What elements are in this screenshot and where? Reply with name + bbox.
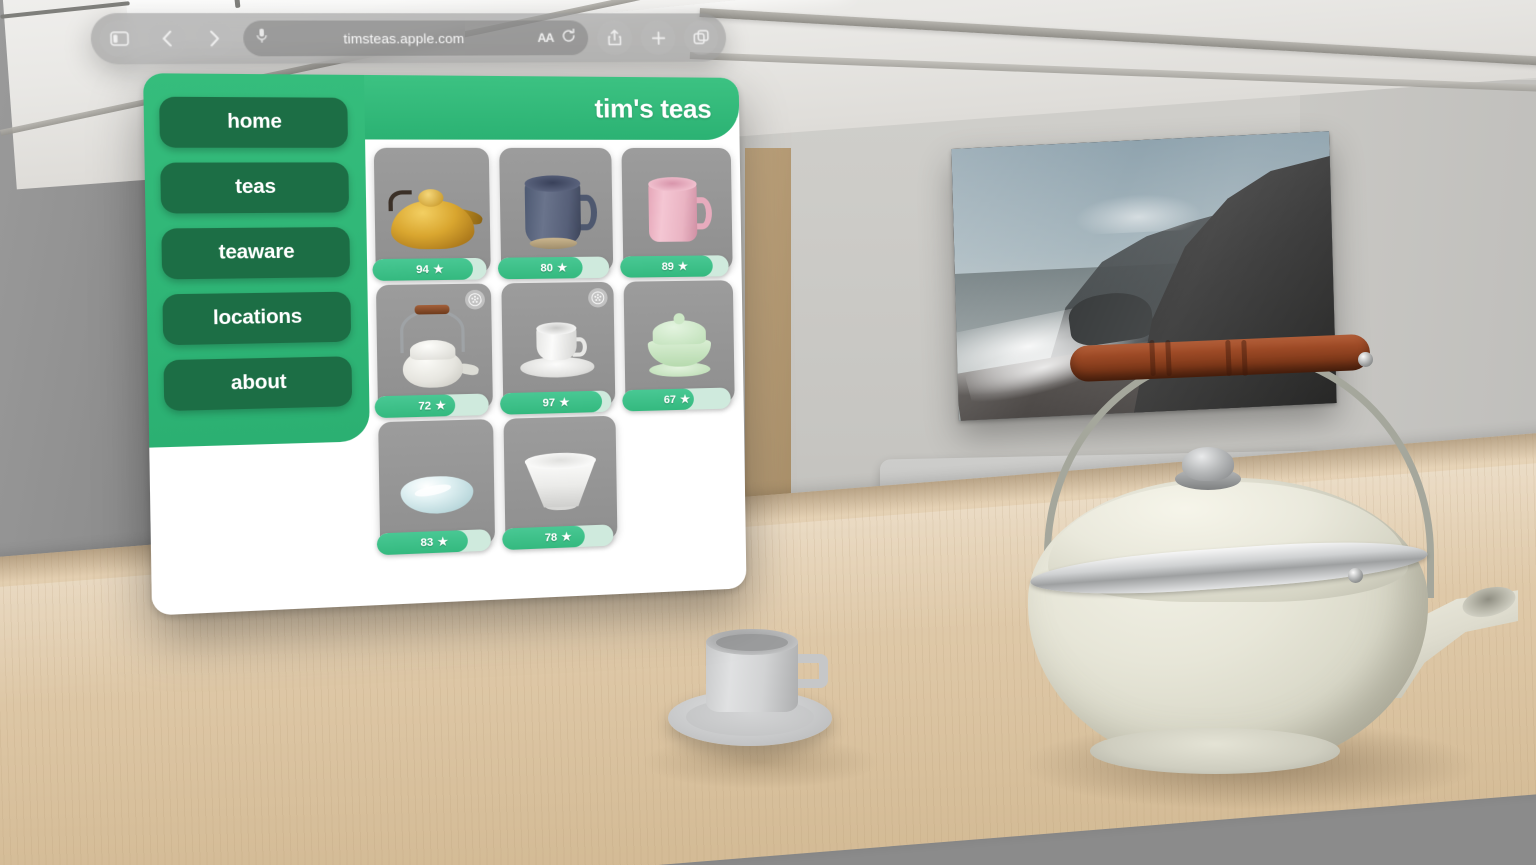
nav-label: about	[230, 371, 287, 395]
text-size-icon[interactable]: AA	[537, 31, 553, 45]
kettle-lid-shape	[409, 339, 456, 361]
product-image	[621, 148, 732, 272]
star-icon: ★	[433, 263, 444, 276]
site-brand: tim's teas	[594, 92, 712, 124]
product-card[interactable]: 72 ★	[374, 283, 493, 419]
star-icon: ★	[557, 262, 568, 275]
product-card[interactable]: 97 ★	[499, 281, 616, 415]
nav-item-home[interactable]: home	[159, 96, 349, 148]
rating-bar: 83 ★	[376, 529, 492, 556]
rating-value: 83	[420, 535, 434, 549]
safari-window[interactable]: timsteas.apple.com AA tim's teas home te…	[90, 0, 754, 629]
nav-item-teas[interactable]: teas	[160, 162, 350, 214]
web-page: tim's teas home teas teaware locations a…	[143, 73, 747, 616]
rating-bar: 89 ★	[620, 255, 729, 278]
rating-value: 80	[540, 261, 554, 275]
kettle-handle-shape	[414, 304, 450, 315]
mug-rim-shape	[648, 177, 697, 192]
product-image	[624, 280, 735, 405]
rating-value: 97	[542, 396, 556, 410]
gaiwan-knob-shape	[673, 312, 685, 325]
mug-base-shape	[529, 237, 578, 249]
product-card[interactable]: 83 ★	[376, 419, 496, 556]
sidebar-toggle-icon[interactable]	[99, 20, 139, 57]
kettle-foot	[1090, 728, 1340, 774]
forward-icon[interactable]	[195, 20, 234, 57]
url-text[interactable]: timsteas.apple.com	[276, 30, 530, 46]
nav-item-teaware[interactable]: teaware	[161, 227, 351, 280]
mug-rim-shape	[524, 175, 581, 192]
star-icon: ★	[679, 393, 691, 406]
kettle-rivet	[1348, 568, 1363, 583]
nav-label: home	[226, 110, 282, 134]
teacup-interior	[716, 634, 788, 651]
address-bar[interactable]: timsteas.apple.com AA	[242, 20, 589, 57]
rating-bar: 67 ★	[622, 387, 731, 412]
rating-bar: 94 ★	[372, 257, 487, 281]
product-card[interactable]: 67 ★	[622, 280, 735, 412]
product-card[interactable]: 78 ★	[502, 415, 618, 551]
product-card[interactable]: 80 ★	[497, 147, 614, 280]
tab-overview-icon[interactable]	[683, 20, 719, 55]
star-icon: ★	[677, 260, 688, 273]
product-card[interactable]: 89 ★	[620, 147, 733, 278]
rating-bar: 97 ★	[499, 390, 612, 415]
product-grid: 94 ★ 80 ★ 89 ★ 72 ★ 97 ★ 67 ★ 83 ★ 78 ★	[372, 147, 738, 556]
new-tab-icon[interactable]	[640, 20, 676, 55]
rating-value: 67	[663, 393, 677, 406]
star-icon: ★	[435, 399, 446, 413]
rating-bar: 78 ★	[502, 524, 614, 551]
reload-icon[interactable]	[561, 28, 576, 47]
teapot-body-shape	[390, 200, 475, 250]
rating-value: 89	[661, 260, 675, 273]
rating-bar: 80 ★	[497, 256, 610, 280]
nav-label: teas	[234, 176, 277, 199]
share-icon[interactable]	[596, 20, 633, 56]
nav-label: locations	[212, 305, 303, 330]
page-background	[149, 441, 373, 616]
rating-value: 94	[415, 263, 430, 276]
spatial-scene: timsteas.apple.com AA tim's teas home te…	[0, 0, 1536, 865]
star-icon: ★	[437, 535, 449, 549]
product-card[interactable]: 94 ★	[372, 147, 491, 281]
mug-body-shape	[648, 182, 698, 242]
star-icon: ★	[559, 396, 570, 410]
safari-toolbar[interactable]: timsteas.apple.com AA	[90, 13, 727, 65]
rating-value: 72	[418, 399, 432, 413]
kettle-3d-object[interactable]	[1000, 330, 1520, 810]
microphone-icon[interactable]	[256, 28, 268, 49]
rating-bar: 72 ★	[374, 393, 489, 419]
product-image	[374, 148, 491, 275]
kettle-knob	[1182, 447, 1234, 481]
nav-item-about[interactable]: about	[163, 356, 353, 412]
nav-label: teaware	[218, 241, 295, 264]
product-image	[499, 148, 613, 273]
star-icon: ★	[561, 531, 572, 544]
site-nav[interactable]: home teas teaware locations about	[143, 73, 370, 448]
back-icon[interactable]	[147, 20, 187, 57]
nav-item-locations[interactable]: locations	[162, 291, 352, 346]
bowl-body-shape	[399, 474, 475, 516]
kettle-rivet	[1358, 352, 1373, 367]
rating-value: 78	[544, 531, 558, 544]
